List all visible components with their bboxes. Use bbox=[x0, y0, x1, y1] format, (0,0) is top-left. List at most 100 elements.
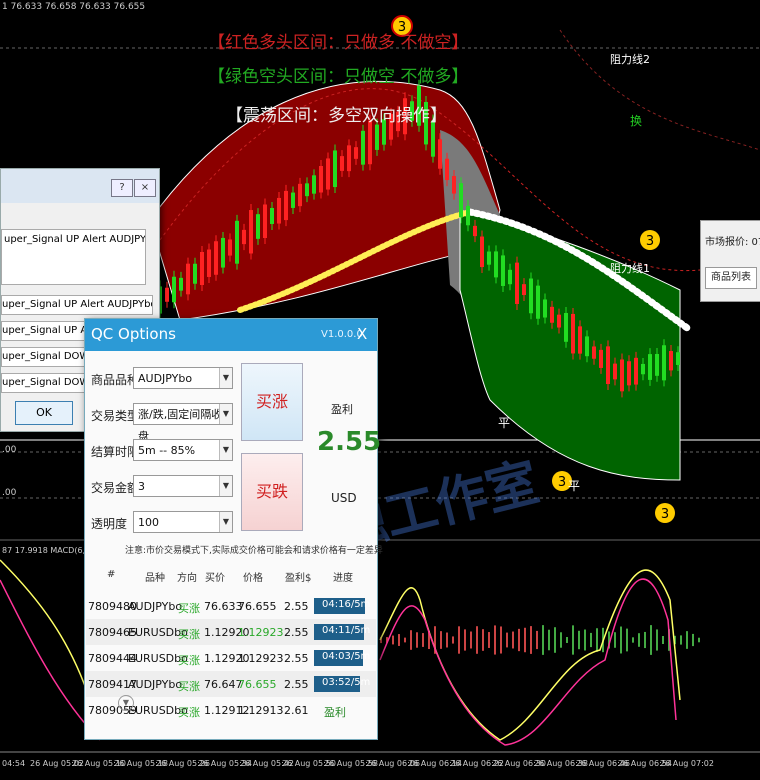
macd-bar bbox=[692, 633, 694, 647]
qc-close-button[interactable]: X bbox=[357, 325, 367, 343]
table-row[interactable]: 7809059 EURUSDbo 买涨 1.12912 1.12913 2.61 ▼ 盈利 bbox=[86, 695, 376, 723]
macd-bar bbox=[512, 631, 514, 649]
progress-bar: 04:11/5m bbox=[314, 624, 370, 640]
trade-type-select[interactable]: 涨/跌,固定间隔收盘 ▼ bbox=[133, 403, 233, 443]
candle-body bbox=[277, 197, 281, 224]
table-row[interactable]: 7809417 AUDJPYbo 买涨 76.647 76.655 2.55 03:52/5… bbox=[86, 671, 376, 697]
marker-three-bottom2: 3 bbox=[655, 503, 675, 523]
table-cell-dir: 买涨 bbox=[178, 654, 200, 667]
candle-body bbox=[508, 269, 512, 285]
candle-body bbox=[270, 208, 274, 224]
table-row[interactable]: 7809444 EURUSDbo 买涨 1.12920 1.12923 2.55 04:03… bbox=[86, 645, 376, 671]
tab-symbols[interactable]: 商品列表 bbox=[705, 267, 757, 289]
profit-value: 2.55 bbox=[317, 427, 382, 457]
progress-bar: 03:52/5m bbox=[314, 676, 370, 692]
marker-ping-2: 平 bbox=[568, 479, 580, 493]
svg-text:.00: .00 bbox=[2, 488, 17, 498]
candle-body bbox=[592, 346, 596, 359]
candle-body bbox=[578, 326, 582, 354]
qc-title: QC Options bbox=[91, 325, 176, 343]
macd-bar bbox=[632, 637, 634, 643]
macd-bar bbox=[464, 629, 466, 651]
col-price: 价格 bbox=[243, 573, 263, 584]
table-cell-price: 1.12923 bbox=[238, 652, 284, 665]
ok-button[interactable]: OK bbox=[15, 401, 73, 425]
candle-body bbox=[291, 192, 295, 208]
macd-bar bbox=[452, 636, 454, 644]
table-cell-buy: 76.633 bbox=[204, 600, 243, 613]
chevron-down-icon: ▼ bbox=[219, 404, 232, 424]
macd-bar bbox=[398, 634, 400, 646]
alert-list-item[interactable]: uper_Signal UP Alert AUDJPYbo on the ... bbox=[1, 295, 153, 315]
market-watch-panel: 市场报价: 07:04 商品列表 bbox=[700, 220, 760, 302]
macd-bar bbox=[530, 626, 532, 654]
qc-titlebar: QC Options V1.0.0.0 X bbox=[85, 319, 377, 351]
macd-bar bbox=[458, 626, 460, 654]
table-cell-dir: 买涨 bbox=[178, 706, 200, 719]
help-button[interactable]: ? bbox=[111, 179, 133, 197]
table-cell-dir: 买涨 bbox=[178, 628, 200, 641]
top-ticker: 1 76.633 76.658 76.633 76.655 bbox=[2, 2, 145, 12]
marker-three-right: 3 bbox=[640, 230, 660, 250]
opacity-select[interactable]: 100 ▼ bbox=[133, 511, 233, 533]
buy-down-button[interactable]: 买跌 bbox=[241, 453, 303, 531]
currency-label: USD bbox=[331, 491, 357, 505]
candle-body bbox=[487, 251, 491, 265]
macd-bar bbox=[596, 628, 598, 652]
expiry-select[interactable]: 5m -- 85% ▼ bbox=[133, 439, 233, 461]
macd-bar bbox=[440, 631, 442, 649]
col-profit: 盈利$ bbox=[285, 573, 312, 584]
candle-body bbox=[494, 251, 498, 278]
candle-body bbox=[326, 158, 330, 190]
candle-body bbox=[473, 225, 477, 237]
macd-bar bbox=[698, 637, 700, 643]
close-button[interactable]: × bbox=[134, 179, 156, 197]
candle-body bbox=[249, 210, 253, 254]
macd-bar bbox=[500, 626, 502, 654]
col-buy-price: 买价 bbox=[205, 573, 225, 584]
col-id: # bbox=[107, 569, 116, 580]
symbol-select[interactable]: AUDJPYbo ▼ bbox=[133, 367, 233, 389]
macd-bar bbox=[410, 630, 412, 650]
candle-body bbox=[193, 263, 197, 284]
candle-body bbox=[676, 352, 680, 365]
chevron-down-icon: ▼ bbox=[219, 440, 232, 460]
candle-body bbox=[347, 145, 351, 172]
profit-label: 盈利 bbox=[331, 403, 353, 416]
candle-body bbox=[459, 183, 463, 218]
col-direction: 方向 bbox=[177, 573, 197, 584]
trade-type-label: 交易类型 bbox=[91, 409, 140, 423]
amount-label: 交易金额 bbox=[91, 481, 140, 495]
macd-bar bbox=[584, 629, 586, 651]
table-row[interactable]: 7809465 EURUSDbo 买涨 1.12920 1.12923 2.55 04:11… bbox=[86, 619, 376, 645]
candle-body bbox=[662, 345, 666, 381]
candle-body bbox=[228, 239, 232, 256]
amount-select[interactable]: 3 ▼ bbox=[133, 475, 233, 497]
macd-bar bbox=[572, 625, 574, 655]
candle-body bbox=[627, 361, 631, 386]
candle-body bbox=[312, 175, 316, 194]
candle-body bbox=[480, 236, 484, 268]
candle-body bbox=[529, 278, 533, 314]
chevron-down-circle-icon[interactable]: ▼ bbox=[118, 695, 134, 711]
buy-up-button[interactable]: 买涨 bbox=[241, 363, 303, 441]
green-zone-label: 【绿色空头区间：只做空 不做多】 bbox=[208, 67, 468, 87]
candle-body bbox=[333, 150, 337, 188]
table-row[interactable]: 7809480 AUDJPYbo 买涨 76.633 76.655 2.55 04:16/5… bbox=[86, 593, 376, 619]
progress-text: 04:03/5m bbox=[322, 651, 371, 662]
candle-body bbox=[438, 139, 442, 169]
expiry-label: 结算时限 bbox=[91, 445, 140, 459]
table-cell-symbol: AUDJPYbo bbox=[128, 678, 183, 691]
candle-body bbox=[242, 229, 246, 245]
marker-ping: 平 bbox=[498, 416, 510, 430]
candle-body bbox=[284, 190, 288, 221]
resistance2-label: 阻力线2 bbox=[610, 52, 650, 66]
macd-bar bbox=[554, 627, 556, 653]
candle-body bbox=[172, 276, 176, 303]
candle-body bbox=[543, 299, 547, 318]
candle-body bbox=[207, 249, 211, 277]
candle-body bbox=[319, 166, 323, 193]
macd-bar bbox=[416, 632, 418, 648]
macd-bar bbox=[650, 625, 652, 655]
candle-body bbox=[452, 176, 456, 194]
